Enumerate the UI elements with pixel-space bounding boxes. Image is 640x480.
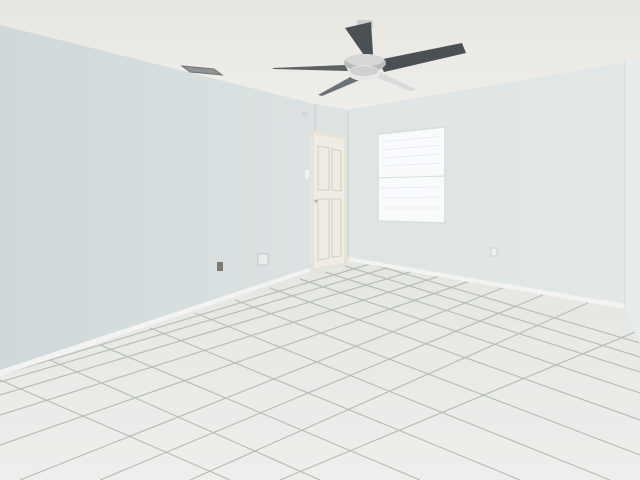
right-wall <box>625 58 640 350</box>
door-knob-icon <box>314 199 318 203</box>
room-photo <box>0 0 640 480</box>
window <box>377 126 446 224</box>
door <box>310 130 347 272</box>
wall-outlet <box>217 262 223 271</box>
light-switch <box>305 170 309 179</box>
wall-fixture <box>302 111 308 117</box>
wall-outlet <box>490 247 498 257</box>
wall-outlet <box>257 253 269 266</box>
